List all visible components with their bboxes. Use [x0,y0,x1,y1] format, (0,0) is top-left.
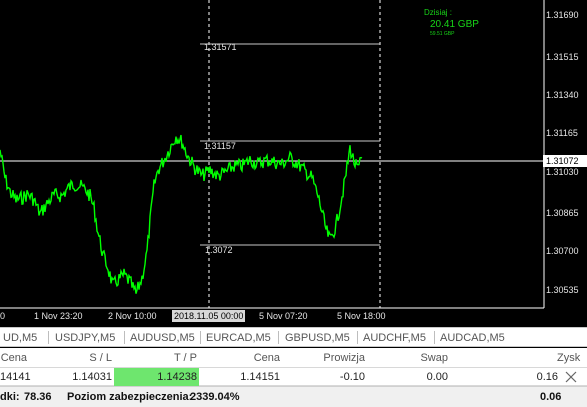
tab-separator [48,331,49,344]
level-label: 1.31157 [204,141,236,151]
tab-separator [200,331,201,344]
table-header-row: Cena S / L T / P Cena Prowizja Swap Zysk [0,348,587,368]
x-tick-label: 2 Nov 10:00 [108,311,157,321]
tab-symbol[interactable]: GBPUSD,M5 [282,330,353,346]
price-chart[interactable]: 1.31690 1.31515 1.31340 1.31165 1.31030 … [0,0,587,327]
column-header-sl[interactable]: S / L [60,348,112,368]
x-tick-label: 5 Nov 07:20 [259,311,308,321]
cell-profit: 0.16 [536,371,558,383]
cell-price-current: 1.14151 [240,371,280,383]
chart-canvas[interactable] [0,0,587,327]
x-tick-label: 0 [0,311,6,321]
column-header-tp[interactable]: T / P [140,348,197,368]
margin-level-label: Poziom zabezpieczenia: [67,391,193,403]
current-price-tag: 1.31072 [543,155,587,167]
cell-commission: -0.10 [339,371,365,383]
column-header-profit[interactable]: Zysk [530,348,587,368]
symbol-tabs-bar: UD,M5 USDJPY,M5 AUDUSD,M5 EURCAD,M5 GBPU… [0,327,587,347]
tab-separator [434,331,435,344]
tab-separator [278,331,279,344]
x-tick-label: 5 Nov 18:00 [337,311,386,321]
y-tick-label: 1.31030 [546,167,579,177]
tab-separator [124,331,125,344]
column-header-price-current[interactable]: Cena [200,348,280,368]
y-tick-label: 1.30535 [546,285,579,295]
balance-value: 78.36 [24,391,52,403]
profit-value: 20.41 GBP [430,19,479,30]
account-status-bar: dki: 78.36 Poziom zabezpieczenia: 2339.0… [0,386,587,407]
y-tick-label: 1.30865 [546,208,579,218]
cursor-time-tag: 2018.11.05 00:00 [172,310,246,322]
cell-price-open: 14141 [0,371,31,383]
table-row[interactable]: 14141 1.14031 1.14238 1.14151 -0.10 0.00… [0,368,587,386]
y-tick-label: 1.30700 [546,246,579,256]
column-header-swap[interactable]: Swap [380,348,448,368]
margin-level-value: 2339.04% [190,391,240,403]
profit-title: Dzisiaj : [424,8,453,17]
y-tick-label: 1.31165 [546,128,578,138]
total-profit: 0.06 [540,391,562,403]
tab-symbol[interactable]: AUDCHF,M5 [360,330,429,346]
price-line [0,134,363,294]
x-tick-label: 1 Nov 23:20 [34,311,83,321]
close-icon[interactable] [564,370,578,384]
column-header-commission[interactable]: Prowizja [290,348,365,368]
level-label: 1.3072 [205,245,233,255]
tab-symbol[interactable]: UD,M5 [0,330,40,346]
balance-label: dki: [0,391,20,403]
level-label: 1.31571 [204,42,237,52]
tab-separator [357,331,358,344]
tab-symbol[interactable]: AUDUSD,M5 [127,330,198,346]
tab-symbol[interactable]: AUDCAD,M5 [437,330,508,346]
cell-sl[interactable]: 1.14031 [40,368,112,386]
y-tick-label: 1.31340 [546,90,579,100]
cell-swap: 0.00 [426,371,448,383]
y-tick-label: 1.31690 [546,10,579,20]
tab-symbol[interactable]: EURCAD,M5 [203,330,274,346]
column-header-price-open[interactable]: Cena [0,348,27,368]
tab-symbol[interactable]: USDJPY,M5 [52,330,118,346]
y-tick-label: 1.31515 [546,52,579,62]
cell-tp[interactable]: 1.14238 [114,368,199,386]
profit-subtitle: 59.51 GBP [430,31,455,37]
